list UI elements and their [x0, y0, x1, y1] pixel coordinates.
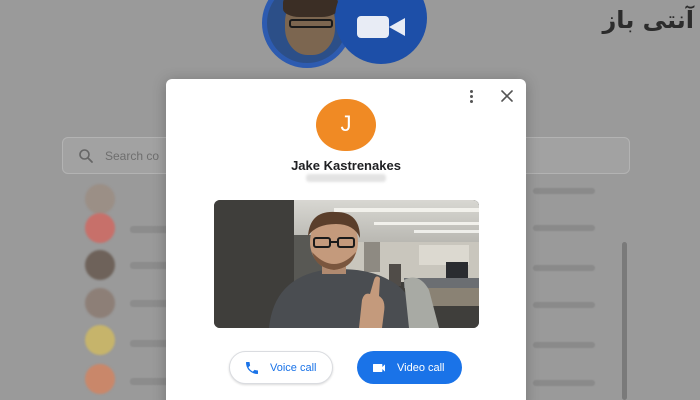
camera-preview: [214, 200, 479, 328]
contact-name: Jake Kastrenakes: [291, 158, 401, 173]
contact-detail-blurred: [533, 380, 595, 386]
contact-avatar[interactable]: [85, 288, 115, 318]
contact-avatar: J: [316, 99, 376, 151]
contact-detail-blurred: [533, 265, 595, 271]
phone-icon: [244, 360, 260, 376]
video-call-button[interactable]: Video call: [357, 351, 462, 384]
contact-avatar[interactable]: [85, 184, 115, 214]
contact-detail-blurred: [533, 225, 595, 231]
contact-avatar[interactable]: [85, 213, 115, 243]
contact-detail-blurred: [533, 342, 595, 348]
contact-detail-blurred: [533, 188, 595, 194]
contact-detail-blurred: [533, 302, 595, 308]
more-vert-icon[interactable]: [463, 87, 479, 105]
watermark-logo: آنتی باز: [602, 6, 694, 34]
search-icon: [78, 148, 94, 164]
voice-call-label: Voice call: [270, 361, 317, 374]
contact-avatar[interactable]: [85, 325, 115, 355]
contact-list-scrollbar[interactable]: [622, 242, 627, 400]
contact-avatar[interactable]: [85, 250, 115, 280]
search-placeholder: Search co: [105, 149, 160, 163]
duo-logo-icon: [335, 0, 427, 64]
video-call-label: Video call: [397, 361, 445, 374]
close-icon[interactable]: [498, 87, 516, 105]
contact-avatar[interactable]: [85, 364, 115, 394]
contact-subtitle-blurred: [306, 174, 386, 182]
voice-call-button[interactable]: Voice call: [229, 351, 333, 384]
videocam-icon: [371, 360, 387, 376]
contact-call-dialog: J Jake Kastrenakes Voice call Video call: [166, 79, 526, 400]
